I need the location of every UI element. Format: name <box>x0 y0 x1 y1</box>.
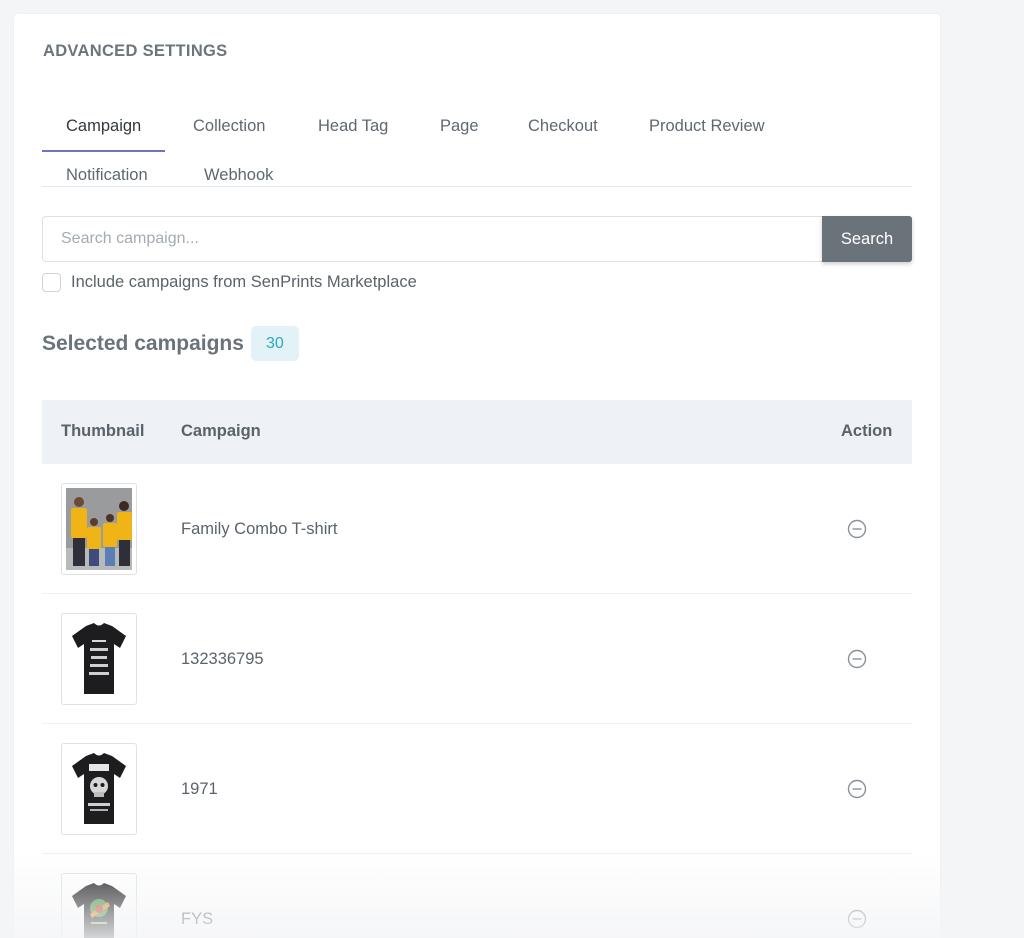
include-marketplace-row: Include campaigns from SenPrints Marketp… <box>42 271 417 293</box>
minus-circle-icon[interactable] <box>847 649 867 669</box>
campaign-thumbnail[interactable] <box>61 613 137 705</box>
family-shirts-photo <box>66 488 132 570</box>
campaigns-table: Thumbnail Campaign Action Family Combo T… <box>42 400 912 938</box>
campaign-thumbnail[interactable] <box>61 743 137 835</box>
section-title: ADVANCED SETTINGS <box>43 42 228 60</box>
black-tshirt-image <box>72 623 126 694</box>
tab-product-review[interactable]: Product Review <box>625 104 789 152</box>
table-row: 132336795 <box>42 594 912 724</box>
minus-circle-icon[interactable] <box>847 779 867 799</box>
table-row: FYS <box>42 854 912 938</box>
include-marketplace-checkbox[interactable] <box>42 272 61 292</box>
tab-head-tag[interactable]: Head Tag <box>294 104 412 152</box>
black-tshirt-skull-image <box>72 753 126 824</box>
count-badge: 30 <box>250 326 299 361</box>
header-campaign: Campaign <box>181 422 261 440</box>
search-input[interactable] <box>42 216 823 262</box>
campaign-name: 132336795 <box>181 650 264 668</box>
tab-bar: Campaign Collection Head Tag Page Checko… <box>42 92 912 187</box>
table-row: Family Combo T-shirt <box>42 464 912 594</box>
selected-campaigns-heading: Selected campaigns 30 <box>42 326 299 361</box>
tab-notification[interactable]: Notification <box>42 153 172 201</box>
campaign-thumbnail[interactable] <box>61 873 137 938</box>
tab-checkout[interactable]: Checkout <box>504 104 622 152</box>
minus-circle-icon[interactable] <box>847 909 867 929</box>
search-button[interactable]: Search <box>822 216 912 262</box>
advanced-settings-card: ADVANCED SETTINGS Campaign Collection He… <box>14 14 940 938</box>
tab-webhook[interactable]: Webhook <box>180 153 297 201</box>
campaign-name: Family Combo T-shirt <box>181 520 338 538</box>
campaign-name: 1971 <box>181 780 218 798</box>
header-action: Action <box>841 422 893 440</box>
table-header: Thumbnail Campaign Action <box>42 400 912 464</box>
tab-campaign[interactable]: Campaign <box>42 104 166 152</box>
tab-page[interactable]: Page <box>416 104 503 152</box>
tab-collection[interactable]: Collection <box>169 104 289 152</box>
include-marketplace-label: Include campaigns from SenPrints Marketp… <box>71 272 417 291</box>
minus-circle-icon[interactable] <box>847 519 867 539</box>
selected-campaigns-title: Selected campaigns <box>42 331 244 355</box>
black-tshirt-colorful-image <box>72 883 126 938</box>
table-row: 1971 <box>42 724 912 854</box>
search-row: Search <box>42 216 912 262</box>
campaign-name: FYS <box>181 910 214 928</box>
header-thumbnail: Thumbnail <box>61 422 145 440</box>
campaign-thumbnail[interactable] <box>61 483 137 575</box>
